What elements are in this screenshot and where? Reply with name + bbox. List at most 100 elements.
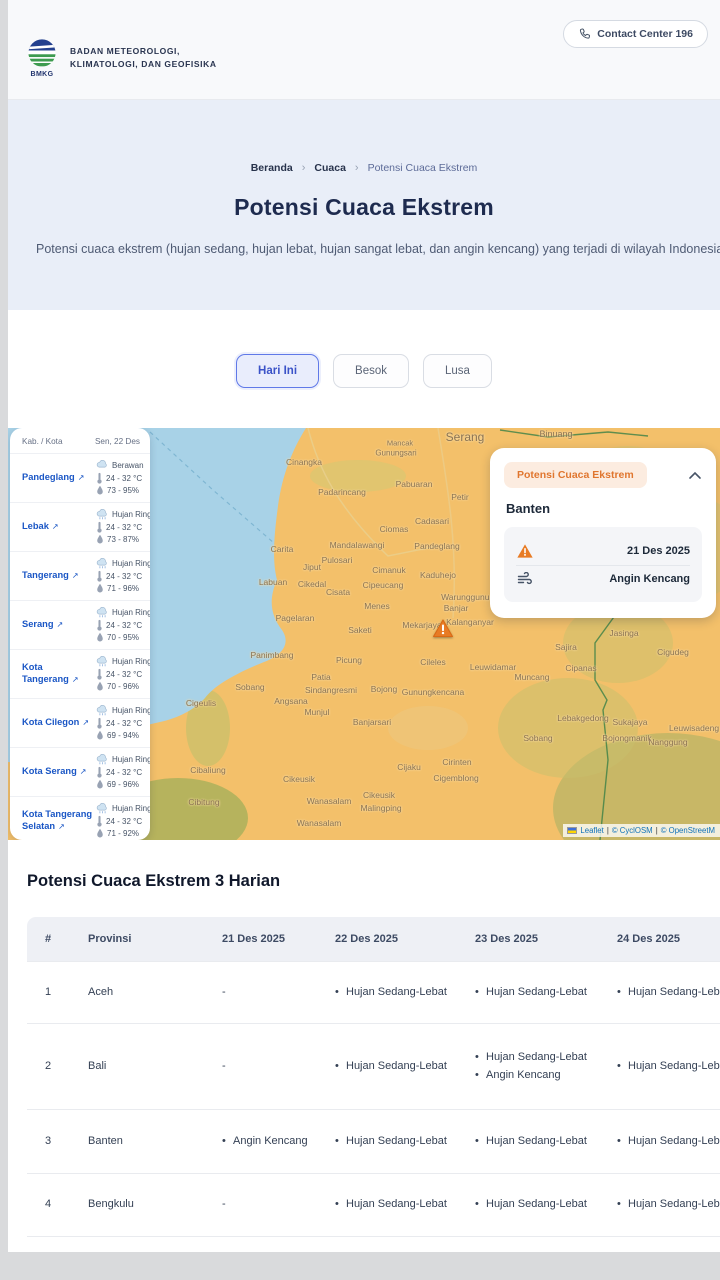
map-town-label: Gunungsari [375, 449, 416, 458]
map-town-label: Bojong [371, 684, 397, 694]
panel-region: Banten [506, 501, 702, 516]
breadcrumb-beranda[interactable]: Beranda [251, 162, 293, 174]
col-22des: 22 Des 2025 [335, 933, 475, 945]
bmkg-logo[interactable]: BMKG BADAN METEOROLOGI, KLIMATOLOGI, DAN… [24, 36, 217, 78]
page-title: Potensi Cuaca Ekstrem [8, 194, 720, 221]
map-town-label: Cikeusik [363, 790, 395, 800]
chevron-up-icon[interactable] [688, 470, 702, 480]
chevron-right-icon: › [302, 162, 306, 174]
weather-row[interactable]: Pandeglang Berawan 24 - 32 °C 73 - 95% [10, 453, 150, 502]
leaflet-link[interactable]: Leaflet [580, 826, 603, 835]
map-town-label: Pabuaran [396, 479, 433, 489]
rain-cloud-icon [96, 509, 109, 520]
map-town-label: Cigemblong [433, 773, 478, 783]
map-town-label: Saketi [348, 625, 372, 635]
rain-cloud-icon [96, 705, 109, 716]
temp-range: 24 - 32 °C [106, 474, 142, 483]
map-town-label: Panimbang [250, 650, 293, 660]
table-header-row: # Provinsi 21 Des 2025 22 Des 2025 23 De… [27, 917, 720, 961]
weather-row[interactable]: Lebak Hujan Ringan 24 - 32 °C 73 - 87% [10, 502, 150, 551]
temp-range: 24 - 32 °C [106, 523, 142, 532]
humidity-icon [96, 779, 104, 790]
map-town-label: Menes [364, 601, 390, 611]
region-link: Kota Serang [22, 766, 96, 778]
forecast-item: Hujan Sedang-Lebat [335, 984, 459, 1002]
weather-condition: Hujan Ringan [112, 510, 150, 519]
row-number: 4 [45, 1196, 88, 1214]
temp-range: 24 - 32 °C [106, 768, 142, 777]
temp-range: 24 - 32 °C [106, 572, 142, 581]
contact-center-button[interactable]: Contact Center 196 [563, 20, 708, 48]
thermometer-icon [96, 717, 103, 729]
map-town-label: Picung [336, 655, 362, 665]
weather-row[interactable]: Kota Tangerang Hujan Ringan 24 - 32 °C 7… [10, 649, 150, 698]
attribution-separator: | [607, 826, 609, 835]
contact-center-label: Contact Center 196 [597, 28, 693, 40]
map-town-label: Padarincang [318, 487, 366, 497]
map-town-label: Cibaliung [190, 765, 225, 775]
region-link: Lebak [22, 521, 96, 533]
map-town-label: Lebakgedong [557, 713, 609, 723]
col-provinsi: Provinsi [88, 933, 222, 945]
weather-row[interactable]: Kota Tangerang Selatan Hujan Ringan 24 -… [10, 796, 150, 840]
col-24des: 24 Des 2025 [617, 933, 720, 945]
map-town-label: Wanasalam [307, 796, 352, 806]
cell-dash: - [222, 1058, 335, 1076]
map-town-label: Cileles [420, 657, 446, 667]
tab-lusa[interactable]: Lusa [423, 354, 492, 388]
osm-link[interactable]: © OpenStreetM [661, 826, 715, 835]
weather-map[interactable]: SerangBinuangMancakGunungsariCinangkaPab… [8, 428, 720, 840]
page-bottom-gutter [0, 1252, 720, 1280]
weather-list-col-region: Kab. / Kota [22, 437, 63, 446]
weather-condition: Hujan Ringan [112, 755, 150, 764]
map-town-label: Sobang [523, 733, 552, 743]
map-town-label: Cimanuk [372, 565, 406, 575]
map-town-label: Cikedal [298, 579, 326, 589]
map-attribution: Leaflet | © CyclOSM | © OpenStreetM [563, 824, 720, 837]
weather-condition: Hujan Ringan [112, 706, 150, 715]
map-town-label: Banjarsari [353, 717, 391, 727]
region-link: Kota Cilegon [22, 717, 96, 729]
breadcrumb-cuaca[interactable]: Cuaca [314, 162, 346, 174]
map-town-label: Mandalawangi [330, 540, 385, 550]
weather-row[interactable]: Kota Serang Hujan Ringan 24 - 32 °C 69 -… [10, 747, 150, 796]
map-town-label: Sindangresmi [305, 685, 357, 695]
map-town-label: Jasinga [609, 628, 638, 638]
tab-hari-ini[interactable]: Hari Ini [236, 354, 319, 388]
table-row: 4 Bengkulu - Hujan Sedang-Lebat Hujan Se… [27, 1173, 720, 1236]
temp-range: 24 - 32 °C [106, 670, 142, 679]
thermometer-icon [96, 619, 103, 631]
map-town-label: Cirinten [442, 757, 471, 767]
map-town-label: Cigeulis [186, 698, 216, 708]
weather-row[interactable]: Tangerang Hujan Ringan 24 - 32 °C 71 - 9… [10, 551, 150, 600]
map-town-label: Cinangka [286, 457, 322, 467]
table-row: 2 Bali - Hujan Sedang-Lebat Hujan Sedang… [27, 1023, 720, 1109]
tab-besok[interactable]: Besok [333, 354, 409, 388]
thermometer-icon [96, 668, 103, 680]
forecast-item: Angin Kencang [222, 1133, 319, 1151]
table-title: Potensi Cuaca Ekstrem 3 Harian [27, 872, 720, 891]
map-town-label: Serang [446, 430, 485, 444]
forecast-item: Hujan Sedang-Lebat [617, 1058, 720, 1076]
humidity-icon [96, 730, 104, 741]
region-link: Tangerang [22, 570, 96, 582]
warning-marker-icon[interactable] [432, 618, 454, 643]
map-town-label: Pagelaran [276, 613, 315, 623]
phone-icon [578, 28, 590, 40]
row-number: 2 [45, 1058, 88, 1076]
map-town-label: Cigudeg [657, 647, 689, 657]
attribution-separator: | [656, 826, 658, 835]
weather-row[interactable]: Serang Hujan Ringan 24 - 32 °C 70 - 95% [10, 600, 150, 649]
table-row: 3 Banten Angin Kencang Hujan Sedang-Leba… [27, 1109, 720, 1173]
weather-row[interactable]: Kota Cilegon Hujan Ringan 24 - 32 °C 69 … [10, 698, 150, 747]
wind-icon [516, 572, 533, 586]
humidity-range: 73 - 95% [107, 486, 139, 495]
weather-condition: Hujan Ringan [112, 657, 150, 666]
warning-triangle-icon [516, 543, 534, 559]
map-town-label: Cikeusik [283, 774, 315, 784]
cyclosm-link[interactable]: © CyclOSM [612, 826, 653, 835]
map-town-label: Cijaku [397, 762, 421, 772]
humidity-range: 70 - 95% [107, 633, 139, 642]
map-town-label: Gunungkencana [402, 687, 464, 697]
rain-cloud-icon [96, 803, 109, 814]
